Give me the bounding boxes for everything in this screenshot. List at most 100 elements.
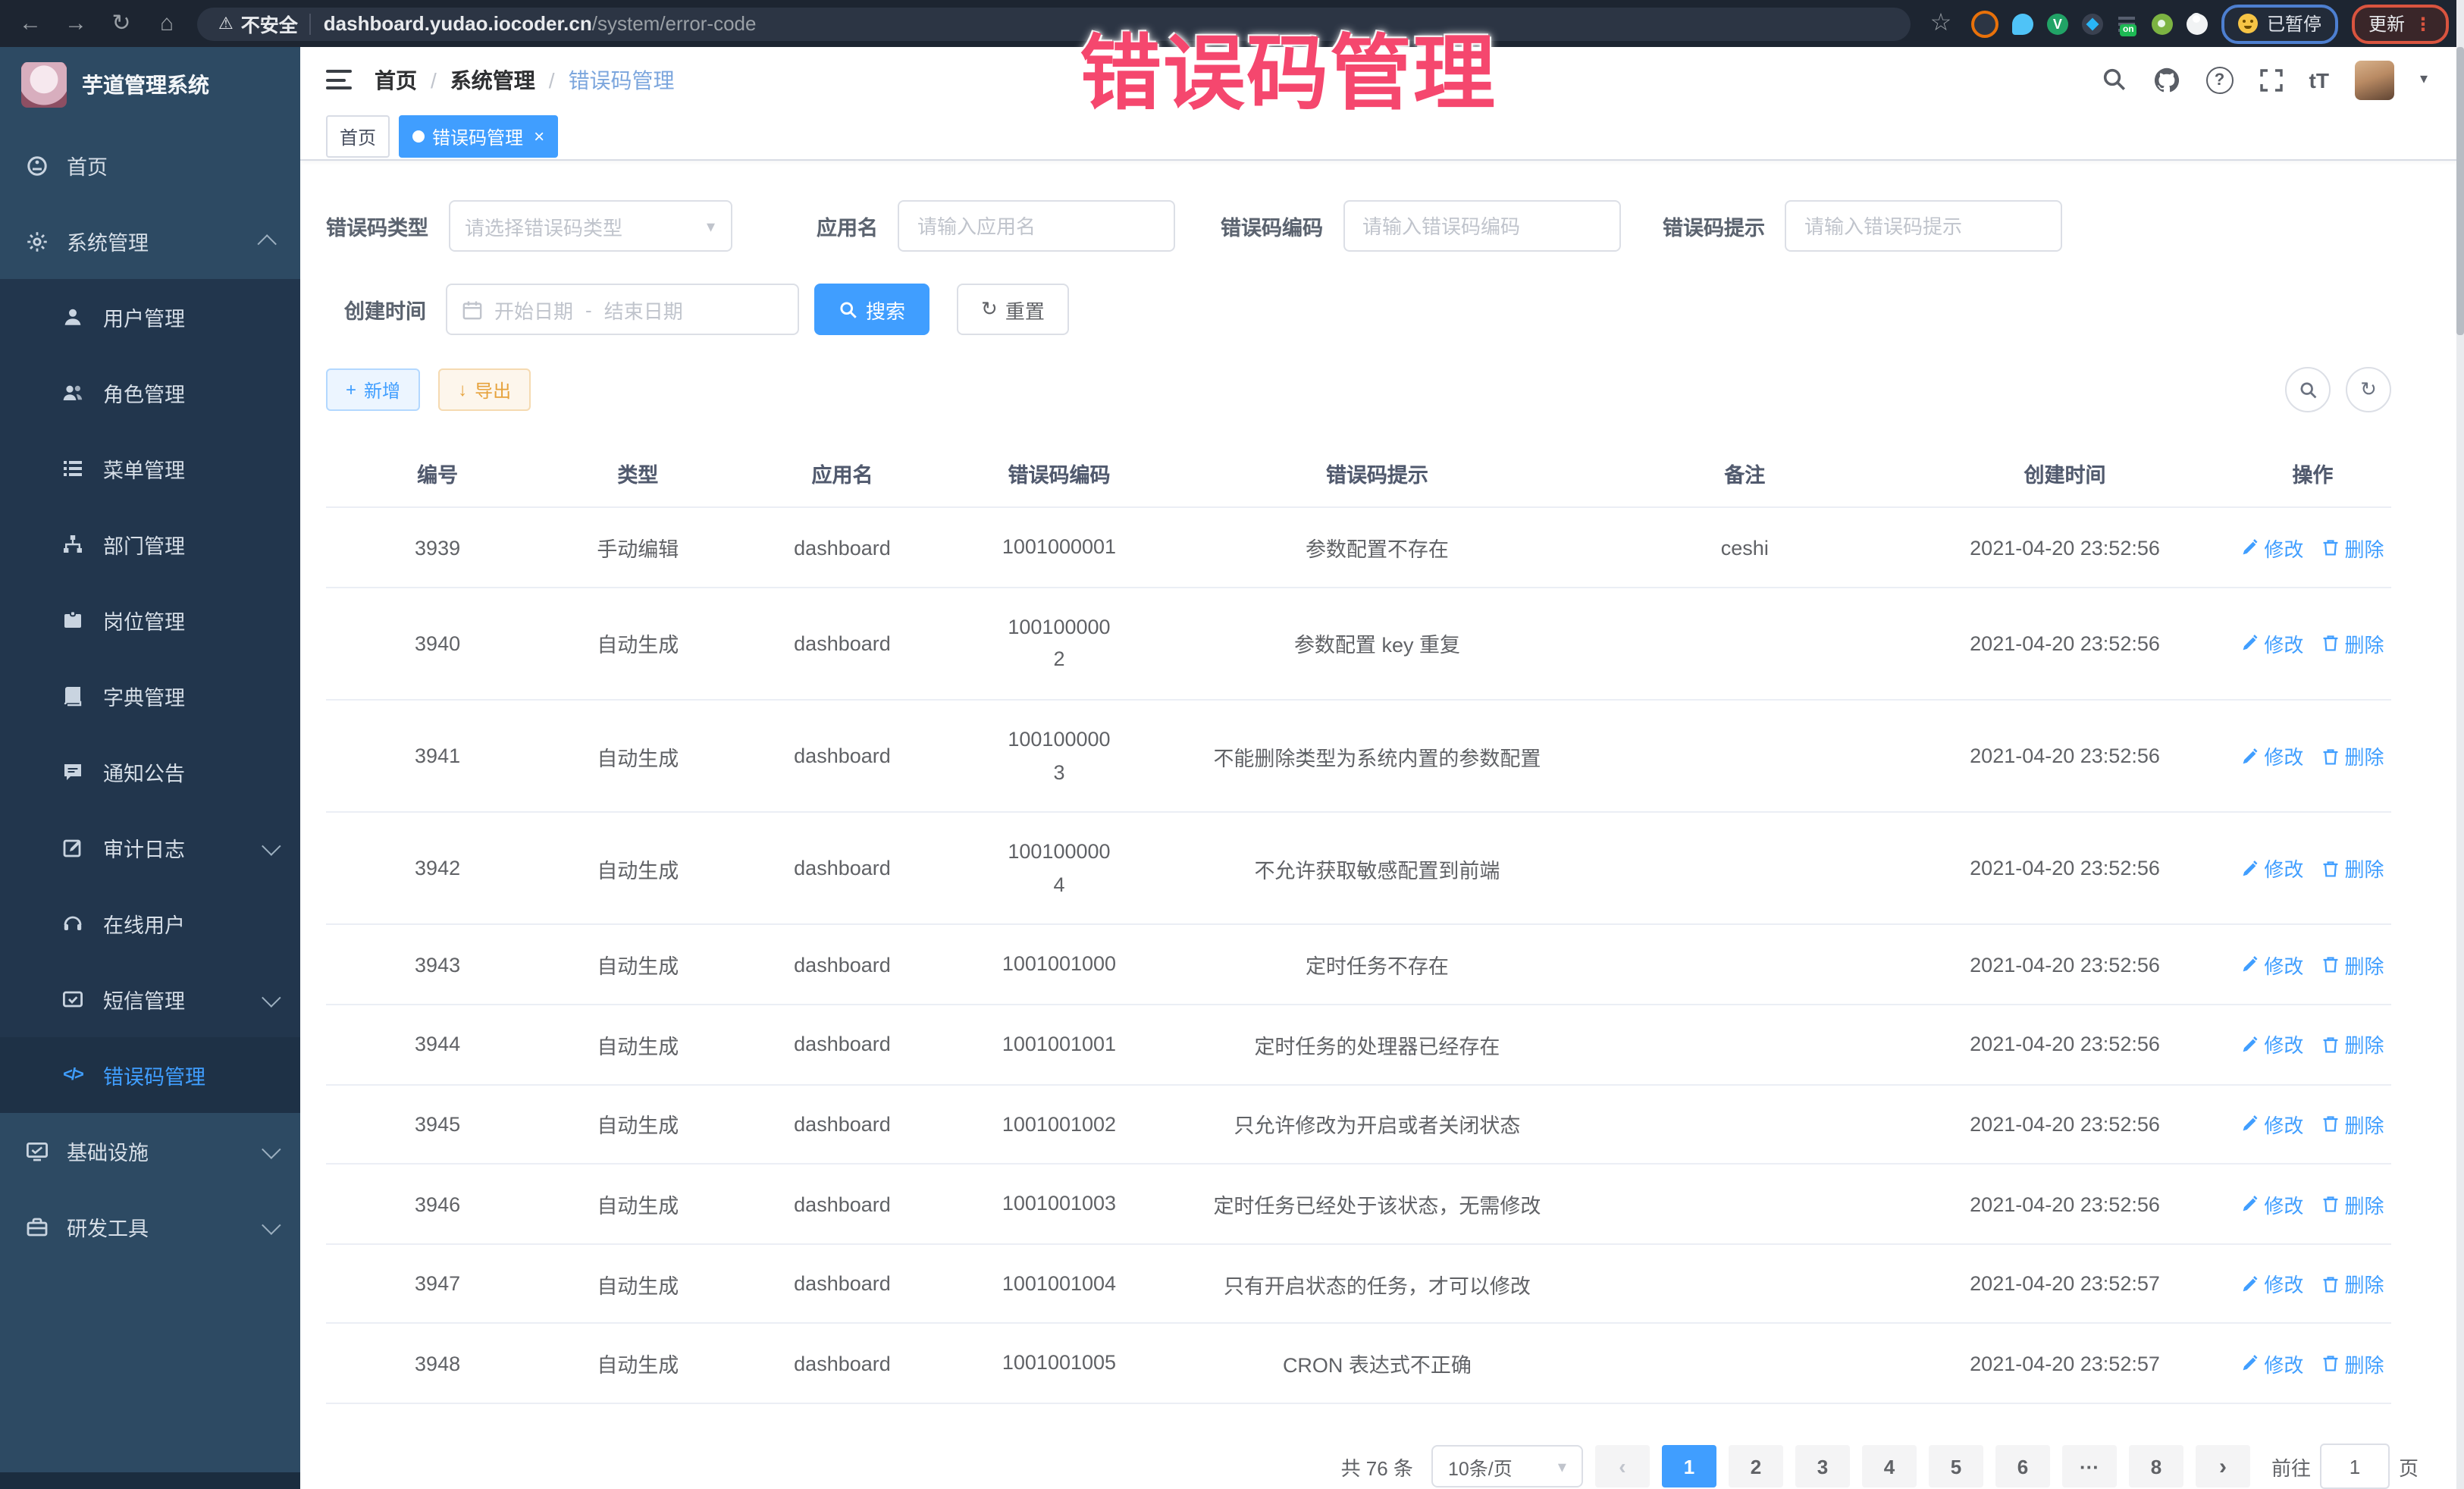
- sidebar-item-dev-tools[interactable]: 研发工具: [0, 1189, 300, 1265]
- extension-icon-orange[interactable]: [1971, 10, 1998, 37]
- sidebar-item-menus[interactable]: 菜单管理: [0, 431, 300, 506]
- edit-link[interactable]: 修改: [2241, 629, 2303, 658]
- error-type-select[interactable]: 请选择错误码类型 ▾: [448, 201, 732, 252]
- sidebar-item-infrastructure[interactable]: 基础设施: [0, 1113, 300, 1189]
- help-icon[interactable]: ?: [2206, 67, 2234, 94]
- sidebar-collapse-strip[interactable]: [0, 1472, 300, 1489]
- delete-link[interactable]: 删除: [2321, 1110, 2384, 1139]
- fullscreen-icon[interactable]: [2259, 68, 2284, 92]
- sidebar-item-dict[interactable]: 字典管理: [0, 658, 300, 734]
- sidebar-item-online-users[interactable]: 在线用户: [0, 886, 300, 961]
- page-button-5[interactable]: 5: [1929, 1445, 1983, 1487]
- breadcrumb-home[interactable]: 首页: [375, 65, 417, 96]
- export-button[interactable]: ↓ 导出: [438, 369, 531, 412]
- error-hint-input[interactable]: [1801, 214, 2045, 240]
- edit-link[interactable]: 修改: [2241, 1110, 2303, 1139]
- tag-error-code[interactable]: 错误码管理 ×: [399, 115, 558, 158]
- goto-page-input[interactable]: [2320, 1444, 2390, 1489]
- next-page-button[interactable]: ›: [2196, 1445, 2250, 1487]
- sidebar-item-users[interactable]: 用户管理: [0, 279, 300, 355]
- page-button-8[interactable]: 8: [2129, 1445, 2183, 1487]
- edit-link[interactable]: 修改: [2241, 1269, 2303, 1298]
- page-button-3[interactable]: 3: [1795, 1445, 1850, 1487]
- delete-link[interactable]: 删除: [2321, 854, 2384, 883]
- tag-home[interactable]: 首页: [326, 115, 390, 158]
- delete-link[interactable]: 删除: [2321, 1190, 2384, 1218]
- sidebar-item-audit-log[interactable]: 审计日志: [0, 810, 300, 886]
- row-create-time: 2021-04-20 23:52:56: [1895, 700, 2234, 812]
- row-app: dashboard: [726, 1084, 958, 1164]
- page-scrollbar[interactable]: [2456, 0, 2464, 1489]
- address-bar[interactable]: ⚠ 不安全 dashboard.yudao.iocoder.cn/system/…: [197, 7, 1911, 40]
- breadcrumb-section[interactable]: 系统管理: [450, 65, 535, 96]
- date-range-picker[interactable]: 开始日期 - 结束日期: [446, 284, 799, 336]
- sidebar-item-notice[interactable]: 通知公告: [0, 734, 300, 810]
- sidebar-item-system[interactable]: 系统管理: [0, 203, 300, 279]
- sidebar-item-home[interactable]: 首页: [0, 127, 300, 203]
- reset-button[interactable]: ↻ 重置: [957, 284, 1069, 336]
- extension-icon-green-v[interactable]: V: [2047, 13, 2068, 34]
- edit-link[interactable]: 修改: [2241, 741, 2303, 770]
- page-button-4[interactable]: 4: [1862, 1445, 1917, 1487]
- search-button[interactable]: 搜索: [814, 284, 929, 336]
- edit-link[interactable]: 修改: [2241, 1349, 2303, 1378]
- delete-link[interactable]: 删除: [2321, 950, 2384, 979]
- row-operations: 修改删除: [2234, 588, 2391, 700]
- delete-link[interactable]: 删除: [2321, 741, 2384, 770]
- extension-icon-drop[interactable]: [2012, 13, 2033, 34]
- tag-label: 错误码管理: [432, 124, 523, 149]
- toggle-search-icon-button[interactable]: [2285, 368, 2331, 413]
- github-icon[interactable]: [2153, 67, 2180, 94]
- browser-menu-kebab-icon[interactable]: ⋮: [2414, 13, 2432, 34]
- extension-icon-diamond[interactable]: [2082, 13, 2103, 34]
- delete-link[interactable]: 删除: [2321, 1269, 2384, 1298]
- page-size-select[interactable]: 10条/页 ▾: [1431, 1445, 1583, 1487]
- app-name-input[interactable]: [914, 214, 1158, 240]
- delete-link[interactable]: 删除: [2321, 1349, 2384, 1378]
- select-caret-icon: ▾: [707, 217, 715, 237]
- prev-page-button[interactable]: ‹: [1595, 1445, 1650, 1487]
- header-search-icon[interactable]: [2102, 67, 2127, 93]
- sidebar-item-error-code[interactable]: </> 错误码管理: [0, 1037, 300, 1113]
- font-size-icon[interactable]: tT: [2309, 68, 2329, 92]
- error-code-input[interactable]: [1359, 214, 1603, 240]
- edit-link[interactable]: 修改: [2241, 1030, 2303, 1059]
- delete-label: 删除: [2344, 854, 2384, 883]
- sidebar-item-sms[interactable]: 短信管理: [0, 961, 300, 1037]
- app-logo-row[interactable]: 芋道管理系统: [0, 47, 300, 123]
- page-button-2[interactable]: 2: [1729, 1445, 1783, 1487]
- tag-close-icon[interactable]: ×: [534, 126, 544, 147]
- sidebar-item-posts[interactable]: 岗位管理: [0, 582, 300, 658]
- page-button-6[interactable]: 6: [1995, 1445, 2050, 1487]
- profile-paused-pill[interactable]: 已暂停: [2221, 4, 2338, 43]
- forward-icon[interactable]: →: [61, 12, 91, 35]
- sidebar-item-roles[interactable]: 角色管理: [0, 355, 300, 431]
- security-chip[interactable]: ⚠ 不安全: [218, 9, 298, 38]
- reload-icon[interactable]: ↻: [106, 12, 136, 35]
- add-button[interactable]: + 新增: [326, 369, 420, 412]
- edit-link[interactable]: 修改: [2241, 950, 2303, 979]
- user-avatar[interactable]: [2355, 61, 2394, 100]
- page-button-1[interactable]: 1: [1662, 1445, 1716, 1487]
- row-remark: [1594, 1005, 1895, 1084]
- back-icon[interactable]: ←: [15, 12, 45, 35]
- delete-link[interactable]: 删除: [2321, 1030, 2384, 1059]
- extension-icon-list[interactable]: on: [2117, 13, 2138, 34]
- row-type: 自动生成: [549, 925, 726, 1005]
- avatar-caret-icon[interactable]: ▾: [2420, 72, 2428, 89]
- browser-update-button[interactable]: 更新 ⋮: [2352, 4, 2449, 43]
- edit-link[interactable]: 修改: [2241, 1190, 2303, 1218]
- hamburger-icon[interactable]: [326, 71, 352, 90]
- delete-link[interactable]: 删除: [2321, 629, 2384, 658]
- delete-link[interactable]: 删除: [2321, 533, 2384, 562]
- bookmark-star-icon[interactable]: ☆: [1926, 11, 1956, 36]
- extensions-puzzle-icon[interactable]: [2187, 13, 2208, 34]
- sidebar-item-departments[interactable]: 部门管理: [0, 506, 300, 582]
- scrollbar-thumb[interactable]: [2456, 47, 2464, 335]
- extension-icon-green-dot[interactable]: [2152, 13, 2173, 34]
- edit-link[interactable]: 修改: [2241, 854, 2303, 883]
- refresh-table-icon-button[interactable]: ↻: [2346, 368, 2391, 413]
- edit-link[interactable]: 修改: [2241, 533, 2303, 562]
- home-icon[interactable]: ⌂: [152, 12, 182, 35]
- more-pages-button[interactable]: ···: [2062, 1445, 2117, 1487]
